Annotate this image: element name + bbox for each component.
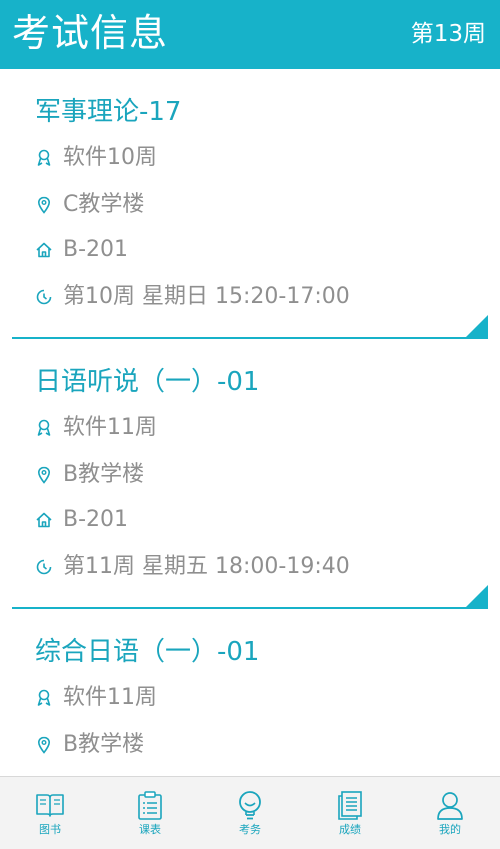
tab-label: 我的 [439,823,461,836]
exam-room: B-201 [63,507,129,532]
tab-grades[interactable]: 成绩 [300,777,400,849]
exam-week: 软件11周 [63,415,157,440]
award-icon [35,419,53,437]
bottom-tab-bar: 图书 课表 考务 成绩 我的 [0,776,500,849]
clock-icon [35,288,53,306]
exam-name: 军事理论-17 [35,97,182,127]
exam-building: B教学楼 [63,732,145,757]
exam-week: 软件10周 [63,145,157,170]
exam-week: 软件11周 [63,685,157,710]
tab-profile[interactable]: 我的 [400,777,500,849]
person-icon [434,789,466,821]
home-icon [35,511,53,529]
exam-time: 第11周 星期五 18:00-19:40 [63,554,350,579]
report-icon [334,789,366,821]
exam-list[interactable]: 军事理论-17 软件10周 C教学楼 B-201 第10周 星期日 15:20-… [0,69,500,776]
app-header: 考试信息 第13周 [0,0,500,69]
exam-room: B-201 [63,237,129,262]
tab-label: 成绩 [339,823,361,836]
exam-building: B教学楼 [63,462,145,487]
location-pin-icon [35,466,53,484]
card-corner-marker [466,585,488,607]
page-title: 考试信息 [12,11,169,55]
tab-label: 课表 [139,823,161,836]
clock-icon [35,558,53,576]
lightbulb-icon [234,789,266,821]
exam-time: 第10周 星期日 15:20-17:00 [63,284,350,309]
award-icon [35,149,53,167]
tab-timetable[interactable]: 课表 [100,777,200,849]
exam-name: 日语听说（一）-01 [35,367,260,397]
home-icon [35,241,53,259]
award-icon [35,689,53,707]
location-pin-icon [35,196,53,214]
location-pin-icon [35,736,53,754]
clipboard-icon [134,789,166,821]
exam-card[interactable]: 综合日语（一）-01 软件11周 B教学楼 [12,609,488,776]
book-icon [34,789,66,821]
current-week[interactable]: 第13周 [411,18,486,50]
card-corner-marker [466,315,488,337]
tab-label: 图书 [39,823,61,836]
tab-label: 考务 [239,823,261,836]
tab-exams[interactable]: 考务 [200,777,300,849]
tab-library[interactable]: 图书 [0,777,100,849]
exam-card[interactable]: 日语听说（一）-01 软件11周 B教学楼 B-201 第11周 星期五 18:… [12,339,488,609]
exam-building: C教学楼 [63,192,145,217]
exam-name: 综合日语（一）-01 [35,637,260,667]
exam-card[interactable]: 军事理论-17 软件10周 C教学楼 B-201 第10周 星期日 15:20-… [12,69,488,339]
